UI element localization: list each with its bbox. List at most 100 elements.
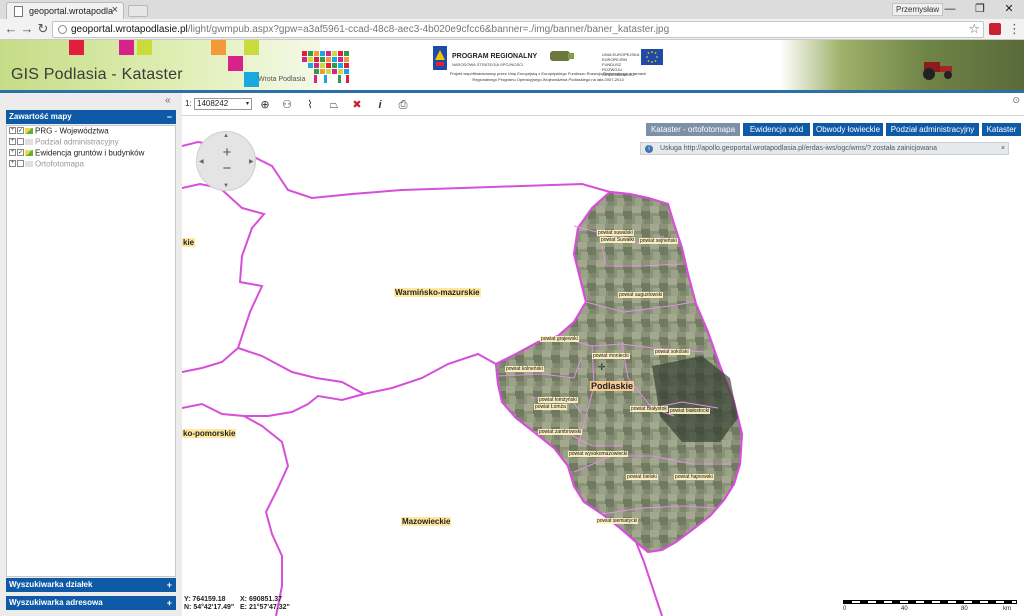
expand-icon[interactable]: + bbox=[9, 138, 16, 146]
layer-checkbox[interactable] bbox=[17, 160, 24, 168]
expand-icon[interactable]: + bbox=[9, 149, 16, 157]
layer-checkbox[interactable]: ✓ bbox=[17, 127, 24, 135]
browser-menu-icon[interactable]: ⋮ bbox=[1008, 21, 1021, 37]
expand-parcel-search-icon[interactable]: + bbox=[167, 578, 172, 592]
layer-label: Ortofotomapa bbox=[35, 159, 84, 169]
expand-address-search-icon[interactable]: + bbox=[167, 596, 172, 610]
info-circle-icon[interactable] bbox=[58, 25, 67, 34]
bookmark-star-icon[interactable]: ☆ bbox=[968, 21, 980, 37]
tab-title: geoportal.wrotapodlasie bbox=[29, 6, 113, 16]
info-icon: i bbox=[645, 145, 653, 153]
zoom-tool-icon[interactable]: ⊕ bbox=[258, 98, 272, 112]
zoom-out-button[interactable]: − bbox=[215, 160, 239, 178]
layer-checkbox[interactable]: ✓ bbox=[17, 149, 24, 157]
layer-item[interactable]: + ✓ PRG - Województwa bbox=[9, 126, 109, 137]
tab-obwody-lowieckie[interactable]: Obwody łowieckie bbox=[813, 123, 883, 136]
map-toolbar: 1: 1408242 ▾ ⊕ ⚇ ⌇ ⏢ ✖ i ⎙ ⊙ bbox=[182, 93, 1024, 116]
coordinates-readout: Y: 764159.18 N: 54°42'17.49" bbox=[184, 596, 234, 612]
status-notice: i Usługa http://apollo.geoportal.wrotapo… bbox=[640, 142, 1009, 155]
scale-value: 1408242 bbox=[197, 99, 229, 108]
powiat-label: powiat sejneński bbox=[639, 238, 678, 244]
measure-line-icon[interactable]: ⌇ bbox=[303, 98, 317, 112]
scale-prefix: 1: bbox=[185, 99, 192, 108]
region-label: Mazowieckie bbox=[401, 517, 452, 526]
scale-label: 40 bbox=[901, 606, 908, 612]
extension-icon[interactable] bbox=[989, 23, 1001, 35]
powiat-label: powiat siemiatycki bbox=[596, 518, 639, 524]
print-tool-icon[interactable]: ⎙ bbox=[396, 98, 410, 112]
logo-square bbox=[244, 72, 259, 87]
reload-icon[interactable]: ↻ bbox=[35, 21, 51, 37]
address-search-title: Wyszukiwarka adresowa bbox=[9, 598, 103, 607]
layer-label: Ewidencja gruntów i budynków bbox=[35, 148, 145, 158]
parcel-search-header[interactable]: Wyszukiwarka działek + bbox=[6, 578, 176, 592]
layer-item[interactable]: + Ortofotomapa bbox=[9, 159, 84, 170]
program-label: PROGRAM REGIONALNY bbox=[452, 53, 538, 60]
tab-kataster-ortofotomapa[interactable]: Kataster - ortofotomapa bbox=[646, 123, 740, 136]
logo-square bbox=[69, 40, 84, 55]
close-window-icon[interactable]: ✕ bbox=[998, 1, 1020, 17]
close-notice-icon[interactable]: × bbox=[1001, 143, 1005, 154]
page-icon bbox=[14, 6, 23, 17]
powiat-label: powiat Białystok bbox=[630, 406, 668, 412]
expand-icon[interactable]: + bbox=[9, 127, 16, 135]
pan-down-icon[interactable]: ▼ bbox=[223, 183, 229, 189]
url-path: /light/gwmpub.aspx?gpw=a3af5961-ccad-48c… bbox=[187, 24, 670, 35]
collapse-top-icon[interactable]: ⊙ bbox=[1012, 95, 1020, 106]
layer-item[interactable]: + Podział administracyjny bbox=[9, 137, 119, 148]
address-bar: ← → ↻ geoportal.wrotapodlasie.pl/light/g… bbox=[0, 19, 1024, 40]
eu-flag-icon bbox=[641, 49, 663, 65]
powiat-label: powiat Łomża bbox=[534, 404, 567, 410]
map-canvas[interactable]: Kataster - ortofotomapa Ewidencja wód Ob… bbox=[182, 116, 1024, 616]
layer-item[interactable]: + ✓ Ewidencja gruntów i budynków bbox=[9, 148, 144, 159]
tab-podzial-administracyjny[interactable]: Podział administracyjny bbox=[886, 123, 979, 136]
coord-e: E: 21°57'47.32" bbox=[240, 604, 290, 611]
logo-square bbox=[119, 40, 134, 55]
collapse-contents-icon[interactable]: − bbox=[167, 110, 172, 124]
layer-style-icon bbox=[25, 138, 33, 145]
measure-area-icon[interactable]: ⏢ bbox=[327, 98, 341, 112]
logo-square bbox=[137, 40, 152, 55]
powiat-label: powiat moniecki bbox=[592, 353, 630, 359]
collapse-left-icon[interactable]: « bbox=[165, 95, 171, 106]
bison-logo bbox=[550, 51, 574, 61]
info-tool-icon[interactable]: i bbox=[373, 98, 387, 112]
notice-text: Usługa http://apollo.geoportal.wrotapodl… bbox=[660, 145, 938, 152]
minimize-icon[interactable]: — bbox=[939, 1, 961, 17]
map-contents-header[interactable]: Zawartość mapy − bbox=[6, 110, 176, 124]
powiat-label: powiat hajnowski bbox=[674, 474, 714, 480]
clear-tool-icon[interactable]: ✖ bbox=[350, 98, 364, 112]
address-search-header[interactable]: Wyszukiwarka adresowa + bbox=[6, 596, 176, 610]
restore-icon[interactable]: ❐ bbox=[969, 1, 991, 17]
region-label: Warmińsko-mazurskie bbox=[394, 288, 481, 297]
powiat-label: powiat Suwałki bbox=[600, 237, 636, 243]
region-label: Podlaskie bbox=[590, 381, 635, 391]
wrota-label: Wrota Podlasia bbox=[258, 76, 306, 83]
pan-up-icon[interactable]: ▲ bbox=[223, 133, 229, 139]
url-input[interactable]: geoportal.wrotapodlasie.pl/light/gwmpub.… bbox=[52, 21, 984, 38]
powiat-label: powiat kolneński bbox=[505, 366, 544, 372]
browser-tab[interactable]: geoportal.wrotapodlasie × bbox=[6, 2, 124, 19]
tab-kataster[interactable]: Kataster bbox=[982, 123, 1021, 136]
pan-left-icon[interactable]: ◀ bbox=[199, 158, 204, 165]
forward-icon[interactable]: → bbox=[19, 21, 35, 37]
pan-right-icon[interactable]: ▶ bbox=[249, 158, 254, 165]
tab-ewidencja-wod[interactable]: Ewidencja wód bbox=[743, 123, 810, 136]
powiat-label: powiat suwalski bbox=[597, 230, 634, 236]
profile-button[interactable]: Przemysław bbox=[892, 3, 944, 16]
scale-label: km bbox=[1003, 606, 1011, 612]
layer-style-icon bbox=[25, 127, 33, 134]
powiat-label: powiat wysokomazowiecki bbox=[568, 451, 629, 457]
new-tab-button[interactable] bbox=[128, 5, 148, 17]
powiat-label: powiat białostocki bbox=[669, 408, 711, 414]
scale-bar-ticks bbox=[843, 600, 1017, 604]
user-tool-icon[interactable]: ⚇ bbox=[280, 98, 294, 112]
logo-square bbox=[244, 40, 259, 55]
powiat-label: powiat bielski bbox=[626, 474, 658, 480]
tab-close-icon[interactable]: × bbox=[112, 4, 118, 16]
layer-checkbox[interactable] bbox=[17, 138, 24, 146]
expand-icon[interactable]: + bbox=[9, 160, 16, 168]
scale-select[interactable]: 1408242 ▾ bbox=[194, 98, 252, 110]
scale-bar: 0 40 80 km bbox=[843, 596, 1023, 616]
back-icon[interactable]: ← bbox=[3, 21, 19, 37]
